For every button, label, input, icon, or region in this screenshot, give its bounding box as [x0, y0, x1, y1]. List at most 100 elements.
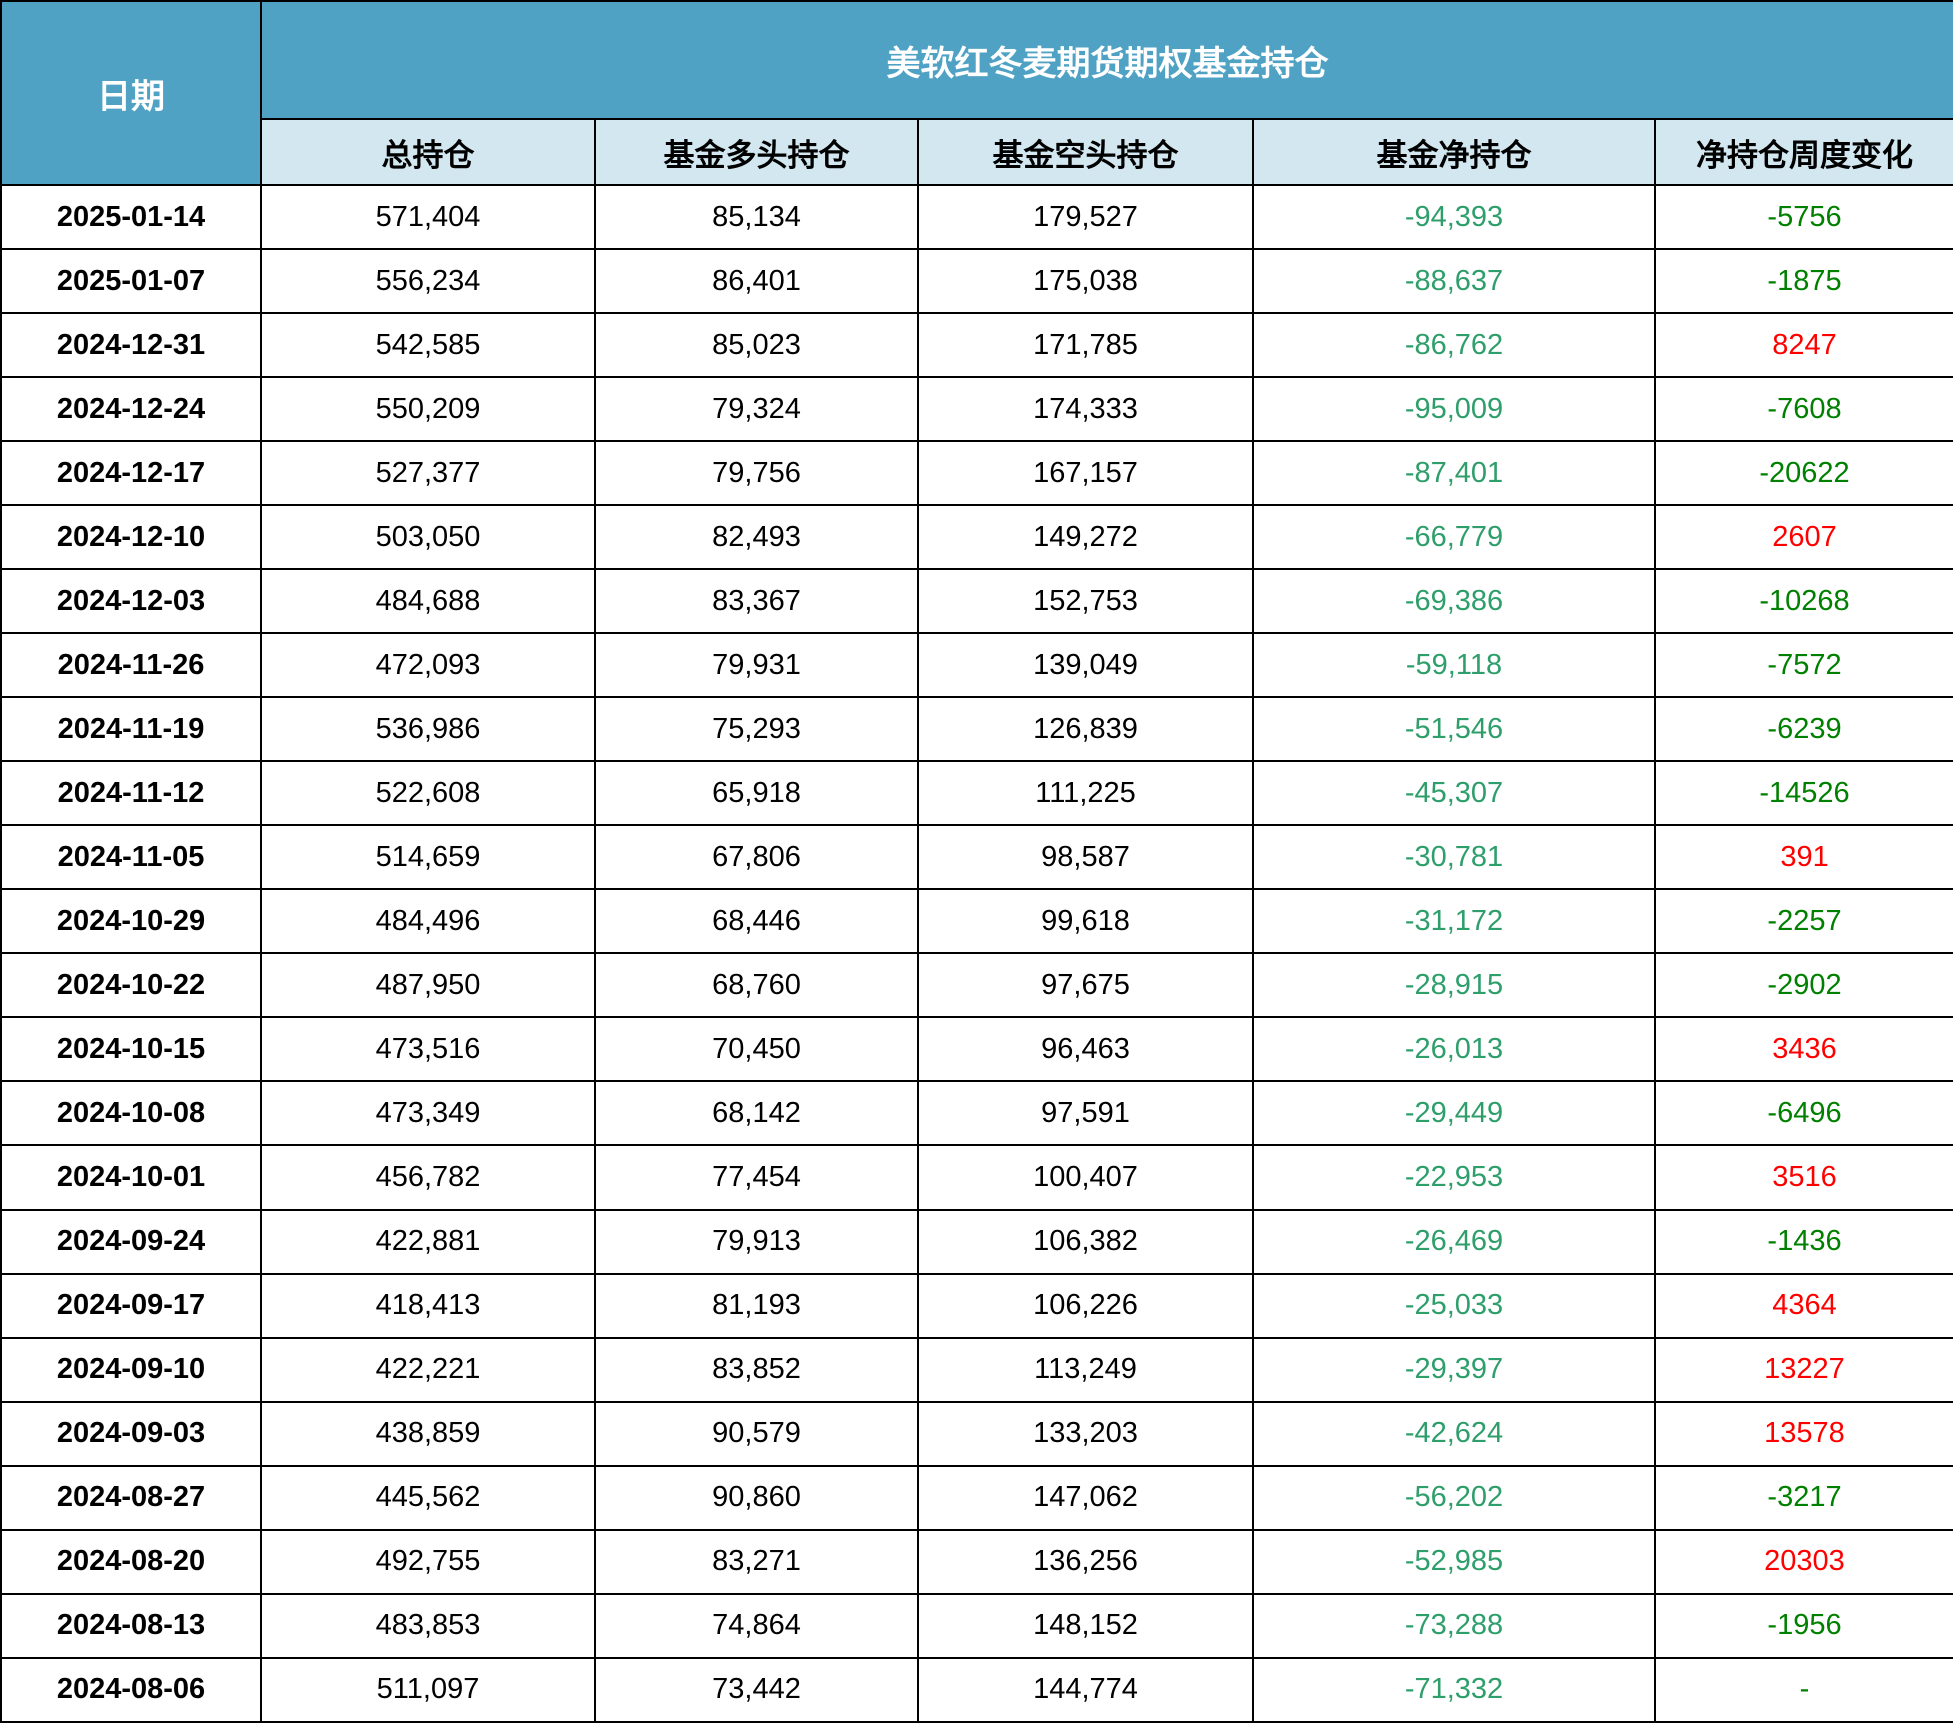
- column-header-2: 基金多头持仓: [594, 118, 919, 186]
- positions-sheet: 日期 美软红冬麦期货期权基金持仓 总持仓 基金多头持仓 基金空头持仓 基金净持仓 净持仓…: [0, 0, 1953, 1723]
- date-cell: 2024-12-03: [0, 568, 262, 635]
- total-cell: 422,221: [260, 1336, 596, 1403]
- table-row: 2025-01-07 556,234 86,401 175,038 -88,637 -18…: [0, 248, 1953, 315]
- net-cell: -28,915: [1252, 952, 1656, 1019]
- short-cell: 174,333: [917, 376, 1254, 443]
- total-cell: 571,404: [260, 183, 596, 251]
- date-cell: 2024-12-31: [0, 312, 262, 379]
- short-cell: 149,272: [917, 504, 1254, 571]
- change-cell: -7608: [1653, 376, 1953, 443]
- total-cell: 422,881: [260, 1208, 596, 1275]
- net-cell: -22,953: [1252, 1144, 1656, 1211]
- total-cell: 550,209: [260, 376, 596, 443]
- total-cell: 484,688: [260, 568, 596, 635]
- table-row: 2024-10-22 487,950 68,760 97,675 -28,915 -290…: [0, 952, 1953, 1019]
- table-row: 2024-11-12 522,608 65,918 111,225 -45,307 -14…: [0, 760, 1953, 827]
- long-cell: 70,450: [594, 1016, 919, 1083]
- total-cell: 503,050: [260, 504, 596, 571]
- total-cell: 514,659: [260, 824, 596, 891]
- date-cell: 2025-01-07: [0, 248, 262, 315]
- column-header-1: 总持仓: [260, 118, 596, 186]
- change-cell: -7572: [1653, 632, 1953, 699]
- date-cell: 2024-10-01: [0, 1144, 262, 1211]
- net-cell: -73,288: [1252, 1592, 1656, 1659]
- table-row: 2024-10-15 473,516 70,450 96,463 -26,013 3436: [0, 1016, 1953, 1083]
- table-row: 2024-10-29 484,496 68,446 99,618 -31,172 -225…: [0, 888, 1953, 955]
- long-cell: 75,293: [594, 696, 919, 763]
- change-cell: 3516: [1653, 1144, 1953, 1211]
- short-cell: 96,463: [917, 1016, 1254, 1083]
- long-cell: 85,023: [594, 312, 919, 379]
- long-cell: 83,271: [594, 1528, 919, 1595]
- table-row: 2024-10-01 456,782 77,454 100,407 -22,953 351…: [0, 1144, 1953, 1211]
- date-cell: 2024-08-06: [0, 1656, 262, 1723]
- short-cell: 98,587: [917, 824, 1254, 891]
- long-cell: 68,760: [594, 952, 919, 1019]
- change-cell: -1436: [1653, 1208, 1953, 1275]
- short-cell: 97,675: [917, 952, 1254, 1019]
- date-column-header: 日期: [0, 0, 262, 186]
- net-cell: -42,624: [1252, 1400, 1656, 1467]
- long-cell: 74,864: [594, 1592, 919, 1659]
- net-cell: -29,397: [1252, 1336, 1656, 1403]
- total-cell: 527,377: [260, 440, 596, 507]
- table-row: 2024-08-13 483,853 74,864 148,152 -73,288 -19…: [0, 1592, 1953, 1659]
- short-cell: 147,062: [917, 1464, 1254, 1531]
- change-cell: -2257: [1653, 888, 1953, 955]
- short-cell: 148,152: [917, 1592, 1254, 1659]
- date-cell: 2024-11-12: [0, 760, 262, 827]
- change-cell: -10268: [1653, 568, 1953, 635]
- date-cell: 2024-09-10: [0, 1336, 262, 1403]
- short-cell: 139,049: [917, 632, 1254, 699]
- date-cell: 2024-10-15: [0, 1016, 262, 1083]
- date-cell: 2024-11-19: [0, 696, 262, 763]
- table-row: 2024-12-31 542,585 85,023 171,785 -86,762 824…: [0, 312, 1953, 379]
- title-row: 日期 美软红冬麦期货期权基金持仓: [0, 0, 1953, 186]
- net-cell: -31,172: [1252, 888, 1656, 955]
- change-cell: -20622: [1653, 440, 1953, 507]
- short-cell: 171,785: [917, 312, 1254, 379]
- date-cell: 2024-10-29: [0, 888, 262, 955]
- table-row: 2024-09-03 438,859 90,579 133,203 -42,624 135…: [0, 1400, 1953, 1467]
- long-cell: 90,860: [594, 1464, 919, 1531]
- long-cell: 83,367: [594, 568, 919, 635]
- long-cell: 79,756: [594, 440, 919, 507]
- change-cell: -6239: [1653, 696, 1953, 763]
- total-cell: 556,234: [260, 248, 596, 315]
- change-cell: -6496: [1653, 1080, 1953, 1147]
- long-cell: 79,324: [594, 376, 919, 443]
- short-cell: 152,753: [917, 568, 1254, 635]
- net-cell: -66,779: [1252, 504, 1656, 571]
- net-cell: -86,762: [1252, 312, 1656, 379]
- net-cell: -59,118: [1252, 632, 1656, 699]
- long-cell: 81,193: [594, 1272, 919, 1339]
- net-cell: -25,033: [1252, 1272, 1656, 1339]
- net-cell: -52,985: [1252, 1528, 1656, 1595]
- table-row: 2024-12-10 503,050 82,493 149,272 -66,779 260…: [0, 504, 1953, 571]
- long-cell: 83,852: [594, 1336, 919, 1403]
- change-cell: -14526: [1653, 760, 1953, 827]
- net-cell: -95,009: [1252, 376, 1656, 443]
- change-cell: 13227: [1653, 1336, 1953, 1403]
- short-cell: 179,527: [917, 183, 1254, 251]
- change-cell: -: [1653, 1656, 1953, 1723]
- change-cell: 13578: [1653, 1400, 1953, 1467]
- change-cell: -1875: [1653, 248, 1953, 315]
- positions-table: 日期 美软红冬麦期货期权基金持仓 总持仓 基金多头持仓 基金空头持仓 基金净持仓 净持仓…: [0, 0, 1953, 1723]
- long-cell: 79,931: [594, 632, 919, 699]
- date-cell: 2024-09-03: [0, 1400, 262, 1467]
- long-cell: 85,134: [594, 183, 919, 251]
- change-cell: 3436: [1653, 1016, 1953, 1083]
- net-cell: -71,332: [1252, 1656, 1656, 1723]
- date-cell: 2024-11-26: [0, 632, 262, 699]
- short-cell: 126,839: [917, 696, 1254, 763]
- date-cell: 2025-01-14: [0, 183, 262, 251]
- table-title: 美软红冬麦期货期权基金持仓: [259, 0, 1953, 120]
- table-body: 2025-01-14 571,404 85,134 179,527 -94,393 -57…: [0, 183, 1953, 1723]
- net-cell: -29,449: [1252, 1080, 1656, 1147]
- long-cell: 68,142: [594, 1080, 919, 1147]
- change-cell: 8247: [1653, 312, 1953, 379]
- short-cell: 97,591: [917, 1080, 1254, 1147]
- total-cell: 492,755: [260, 1528, 596, 1595]
- short-cell: 113,249: [917, 1336, 1254, 1403]
